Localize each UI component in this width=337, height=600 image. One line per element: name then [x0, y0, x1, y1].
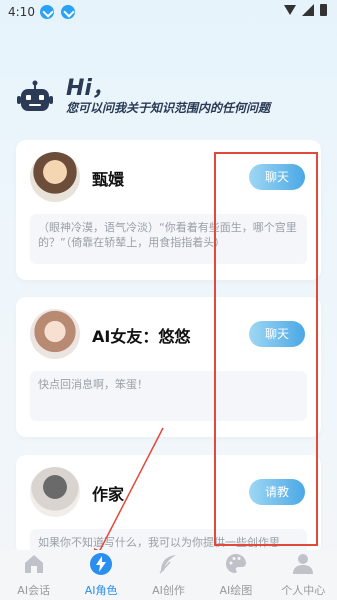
bottom-tab-bar: AI会话 AI角色 AI创作 AI绘图 个人中心 — [0, 550, 337, 600]
tab-ai-role[interactable]: AI角色 — [70, 552, 132, 598]
greeting-subtitle: 您可以问我关于知识范围内的任何问题 — [66, 101, 271, 115]
robot-icon — [17, 80, 53, 111]
status-bar: 4:10 — [0, 0, 337, 26]
greeting-title: Hi， — [66, 76, 114, 101]
lightning-icon — [90, 553, 113, 575]
person-icon — [293, 554, 314, 574]
tab-profile[interactable]: 个人中心 — [272, 552, 334, 598]
signal-icon — [302, 4, 314, 16]
avatar — [30, 152, 80, 202]
tab-label: AI创作 — [152, 584, 185, 597]
tab-label: AI角色 — [84, 584, 118, 597]
avatar — [30, 467, 80, 517]
page-header: Hi， 您可以问我关于知识范围内的任何问题 — [16, 72, 326, 122]
role-name: AI女友：悠悠 — [92, 327, 191, 346]
battery-icon — [320, 4, 327, 16]
tab-ai-chat[interactable]: AI会话 — [3, 552, 65, 598]
avatar — [30, 309, 80, 359]
role-name: 作家 — [92, 485, 125, 504]
download-icon — [40, 5, 54, 19]
tab-label: AI绘图 — [219, 584, 253, 597]
feather-icon — [159, 555, 177, 574]
tab-label: AI会话 — [17, 584, 51, 597]
tab-ai-draw[interactable]: AI绘图 — [205, 552, 267, 598]
role-name: 甄嬛 — [92, 170, 125, 189]
home-icon — [24, 555, 43, 573]
palette-icon — [225, 554, 246, 573]
download-icon — [61, 5, 75, 19]
highlight-annotation-box — [214, 152, 318, 546]
status-indicators — [284, 4, 327, 16]
tab-label: 个人中心 — [281, 584, 326, 597]
tab-ai-create[interactable]: AI创作 — [137, 552, 199, 598]
wifi-icon — [284, 5, 296, 15]
status-time: 4:10 — [8, 5, 35, 19]
